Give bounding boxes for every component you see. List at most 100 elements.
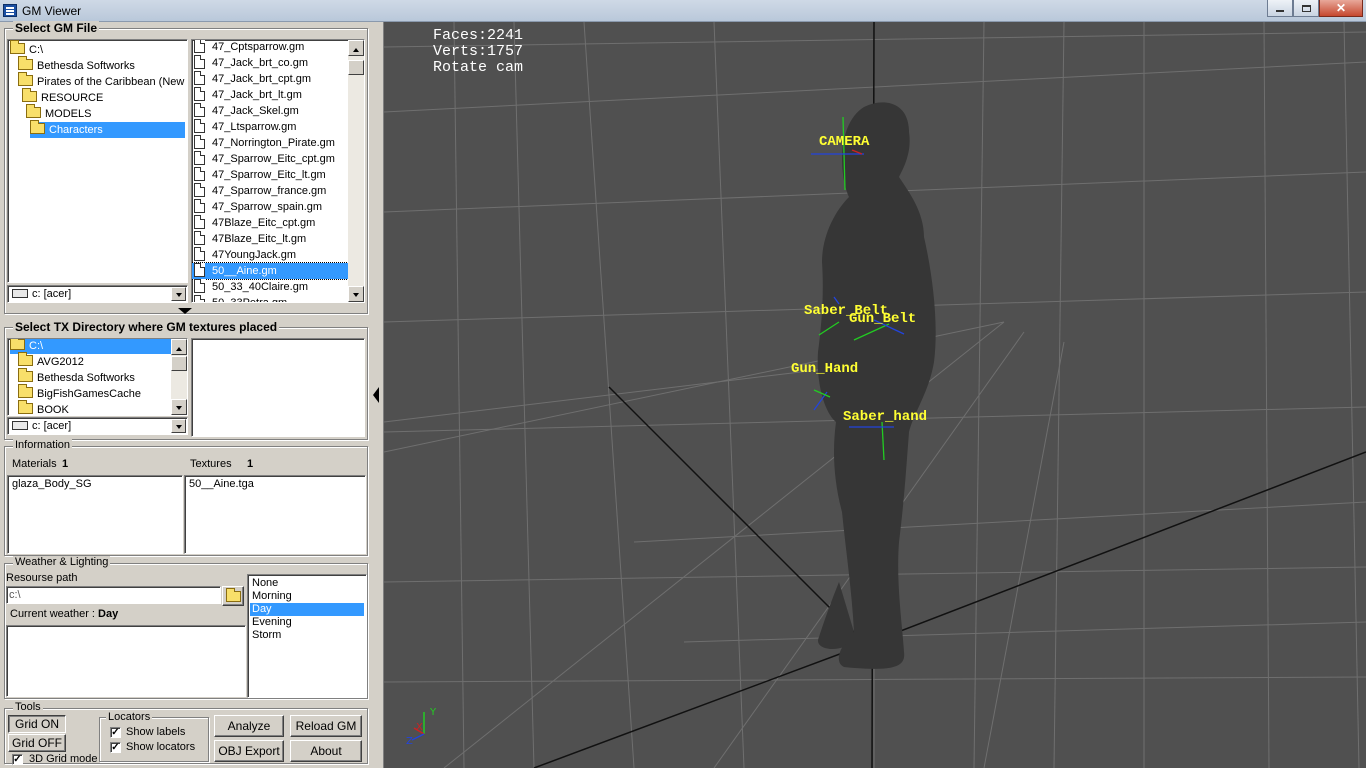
collapse-arrow-icon[interactable] xyxy=(178,308,192,314)
gm-file-item[interactable]: 47_Jack_brt_cpt.gm xyxy=(192,71,348,87)
browse-folder-button[interactable] xyxy=(222,586,244,606)
tx-folder-item[interactable]: BigFishGamesCache xyxy=(18,384,141,402)
gm-file-item[interactable]: 50_33Petra.gm xyxy=(192,295,348,302)
maximize-button[interactable] xyxy=(1293,0,1319,17)
gm-file-item[interactable]: 47_Norrington_Pirate.gm xyxy=(192,135,348,151)
gm-file-item[interactable]: 47_Jack_brt_co.gm xyxy=(192,55,348,71)
weather-option[interactable]: Day xyxy=(250,603,364,616)
textures-list[interactable]: 50__Aine.tga xyxy=(184,475,366,554)
weather-option[interactable]: Morning xyxy=(250,590,364,603)
obj-export-button[interactable]: OBJ Export xyxy=(214,740,284,762)
folder-label: BigFishGamesCache xyxy=(37,388,141,400)
show-labels-checkbox[interactable]: ✓ xyxy=(110,727,121,738)
gm-file-item[interactable]: 47_Sparrow_Eitc_cpt.gm xyxy=(192,151,348,167)
file-name: 47_Jack_Skel.gm xyxy=(212,105,299,117)
materials-list[interactable]: glaza_Body_SG xyxy=(7,475,183,554)
tx-folder-item[interactable]: BOOK xyxy=(18,400,69,415)
gm-file-item[interactable]: 47_Sparrow_Eitc_lt.gm xyxy=(192,167,348,183)
reload-gm-button[interactable]: Reload GM xyxy=(290,715,362,737)
weather-option[interactable]: None xyxy=(250,577,364,590)
tx-folder-item[interactable]: AVG2012 xyxy=(18,352,84,370)
scroll-down-icon[interactable] xyxy=(348,286,364,302)
gm-file-item[interactable]: 47_Ltsparrow.gm xyxy=(192,119,348,135)
gm-file-item[interactable]: 50_33_40Claire.gm xyxy=(192,279,348,295)
folder-label: Bethesda Softworks xyxy=(37,372,135,384)
gm-file-item[interactable]: 47_Sparrow_spain.gm xyxy=(192,199,348,215)
folder-icon xyxy=(26,104,41,118)
materials-count: 1 xyxy=(62,458,69,470)
gm-file-list[interactable]: 47_Cptsparrow.gm 47_Jack_brt_co.gm 47_Jack… xyxy=(191,39,365,303)
drive-icon xyxy=(12,421,28,430)
analyze-button[interactable]: Analyze xyxy=(214,715,284,737)
weather-group: Weather & Lighting Resourse path c:\ Cur… xyxy=(4,556,368,699)
gm-folder-item[interactable]: Bethesda Softworks xyxy=(18,56,135,74)
textures-label: Textures xyxy=(190,458,232,470)
grid-on-button[interactable]: Grid ON xyxy=(8,715,66,733)
chevron-down-icon[interactable] xyxy=(171,419,186,433)
gm-folder-tree[interactable]: C:\ Bethesda Softworks Pirates of the Cari… xyxy=(7,39,188,283)
grid-3d-checkbox[interactable]: ✓ xyxy=(12,754,23,765)
folder-label: C:\ xyxy=(29,340,44,352)
file-icon xyxy=(194,151,205,165)
collapse-left-icon[interactable] xyxy=(373,387,379,403)
file-name: 50_33_40Claire.gm xyxy=(212,281,309,293)
gm-file-scrollbar[interactable] xyxy=(348,40,364,302)
file-name: 47Blaze_Eitc_lt.gm xyxy=(212,233,307,245)
show-locators-checkbox[interactable]: ✓ xyxy=(110,742,121,753)
file-name: 47_Sparrow_Eitc_cpt.gm xyxy=(212,153,335,165)
locator-label-gun-hand: Gun_Hand xyxy=(791,361,859,377)
about-button[interactable]: About xyxy=(290,740,362,762)
tx-folder-item[interactable]: C:\ xyxy=(10,339,171,354)
gm-file-item[interactable]: 47_Cptsparrow.gm xyxy=(192,40,348,55)
scroll-up-icon[interactable] xyxy=(348,40,364,56)
gm-file-items: 47_Cptsparrow.gm 47_Jack_brt_co.gm 47_Jack… xyxy=(192,40,348,302)
file-name: 47_Sparrow_france.gm xyxy=(212,185,327,197)
minimize-button[interactable] xyxy=(1267,0,1293,17)
tx-drive-select[interactable]: c: [acer] xyxy=(7,417,188,435)
scroll-thumb[interactable] xyxy=(348,60,364,75)
gm-drive-select[interactable]: c: [acer] xyxy=(7,285,188,303)
gm-file-item[interactable]: 47Blaze_Eitc_lt.gm xyxy=(192,231,348,247)
file-icon xyxy=(194,103,205,117)
folder-icon xyxy=(30,120,45,134)
gm-file-item[interactable]: 47_Jack_brt_lt.gm xyxy=(192,87,348,103)
chevron-down-icon[interactable] xyxy=(171,287,186,301)
scroll-up-icon[interactable] xyxy=(171,339,187,355)
scroll-thumb[interactable] xyxy=(171,356,187,371)
weather-option[interactable]: Evening xyxy=(250,616,364,629)
gm-file-item[interactable]: 47Blaze_Eitc_cpt.gm xyxy=(192,215,348,231)
left-panel: Select GM File C:\ Bethesda Softworks Pira… xyxy=(0,21,372,768)
file-icon xyxy=(194,231,205,245)
gm-file-item[interactable]: 47_Sparrow_france.gm xyxy=(192,183,348,199)
window-title: GM Viewer xyxy=(22,4,82,18)
gm-folder-item[interactable]: Pirates of the Caribbean (New xyxy=(18,72,184,90)
material-item[interactable]: glaza_Body_SG xyxy=(10,478,180,491)
file-icon xyxy=(194,215,205,229)
locators-group: Locators ✓ Show labels ✓ Show locators xyxy=(99,711,209,762)
resource-path-input[interactable]: c:\ xyxy=(6,586,221,604)
tx-folder-tree[interactable]: C:\ AVG2012 Bethesda Softworks BigFishGames… xyxy=(7,338,188,416)
panel-splitter[interactable] xyxy=(372,22,384,768)
weather-option[interactable]: Storm xyxy=(250,629,364,642)
gm-file-item[interactable]: 47_Jack_Skel.gm xyxy=(192,103,348,119)
scroll-down-icon[interactable] xyxy=(171,399,187,415)
axis-z-label: Z xyxy=(406,736,413,747)
current-weather-label: Current weather : Day xyxy=(10,608,119,620)
main-axes xyxy=(533,22,1366,768)
tx-dir-group-title: Select TX Directory where GM textures pl… xyxy=(13,320,280,334)
current-weather-value: Day xyxy=(98,608,119,620)
weather-list[interactable]: None Morning Day Evening Storm xyxy=(247,574,367,698)
tx-file-list[interactable] xyxy=(191,338,365,437)
texture-item[interactable]: 50__Aine.tga xyxy=(187,478,363,491)
tx-folder-scrollbar[interactable] xyxy=(171,339,187,415)
3d-viewport[interactable]: Y X Z Faces:2241 Verts:1757 Rotate cam C… xyxy=(384,22,1366,768)
gm-file-item[interactable]: 47YoungJack.gm xyxy=(192,247,348,263)
information-group-title: Information xyxy=(13,439,73,451)
close-button[interactable]: ✕ xyxy=(1319,0,1363,17)
gm-file-item[interactable]: 50__Aine.gm xyxy=(192,262,348,280)
file-icon xyxy=(194,295,205,302)
folder-icon xyxy=(18,368,33,382)
tx-folder-item[interactable]: Bethesda Softworks xyxy=(18,368,135,386)
gm-folder-item[interactable]: Characters xyxy=(30,120,185,138)
grid-off-button[interactable]: Grid OFF xyxy=(8,734,66,752)
